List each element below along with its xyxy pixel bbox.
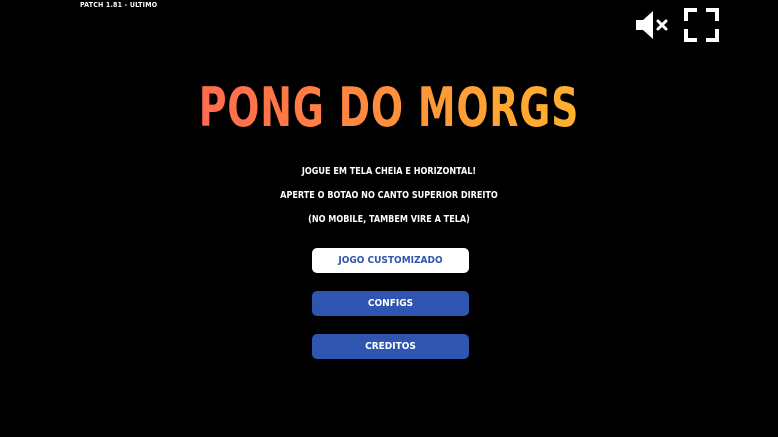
custom-game-button[interactable]: JOGO CUSTOMIZADO <box>312 248 469 273</box>
patch-version-label: PATCH 1.81 - ULTIMO <box>80 1 158 9</box>
configs-button[interactable]: CONFIGS <box>312 291 469 316</box>
instruction-line-3: (NO MOBILE, TAMBEM VIRE A TELA) <box>308 214 470 225</box>
game-title: PONG DO MORGS <box>86 70 693 146</box>
fullscreen-button[interactable] <box>683 7 720 43</box>
instruction-line-1: JOGUE EM TELA CHEIA E HORIZONTAL! <box>301 166 477 177</box>
speaker-muted-icon <box>636 11 668 39</box>
credits-button[interactable]: CREDITOS <box>312 334 469 359</box>
instructions: JOGUE EM TELA CHEIA E HORIZONTAL! APERTE… <box>0 160 778 232</box>
instruction-line-2: APERTE O BOTAO NO CANTO SUPERIOR DIREITO <box>280 190 498 201</box>
fullscreen-icon <box>684 8 719 42</box>
mute-button[interactable] <box>634 9 672 41</box>
